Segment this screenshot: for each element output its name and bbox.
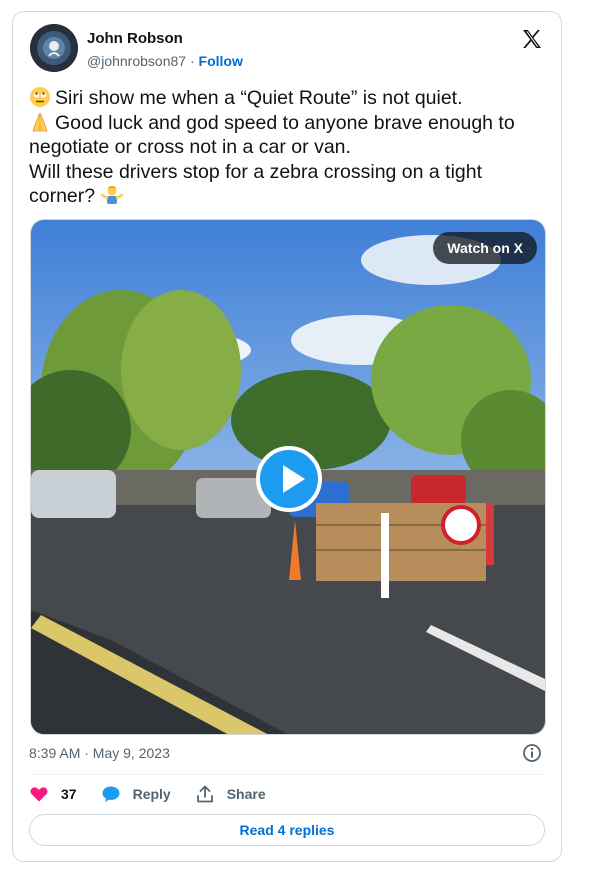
play-icon[interactable] bbox=[256, 446, 322, 512]
tweet-text: Siri show me when a “Quiet Route” is not… bbox=[29, 86, 549, 209]
speech-bubble-icon bbox=[102, 786, 120, 802]
video-player[interactable]: Watch on X bbox=[30, 219, 546, 735]
follow-button[interactable]: Follow bbox=[199, 53, 243, 69]
avatar-image bbox=[30, 24, 78, 72]
author-handle[interactable]: @johnrobson87 bbox=[87, 53, 186, 69]
watch-on-x-button[interactable]: Watch on X bbox=[433, 232, 537, 264]
action-bar: 37 Reply Share bbox=[29, 783, 290, 805]
heart-icon bbox=[30, 787, 48, 802]
read-replies-button[interactable]: Read 4 replies bbox=[29, 814, 545, 846]
person-shrugging-emoji bbox=[100, 185, 123, 204]
avatar[interactable] bbox=[30, 24, 78, 72]
tweet-card: John Robson @johnrobson87 · Follow Siri … bbox=[12, 11, 562, 862]
tweet-line-2: Good luck and god speed to anyone brave … bbox=[29, 111, 515, 159]
author-handle-row: @johnrobson87 · Follow bbox=[87, 53, 243, 69]
share-label: Share bbox=[226, 786, 266, 802]
author-name[interactable]: John Robson bbox=[87, 30, 183, 47]
x-logo-icon[interactable] bbox=[520, 27, 544, 51]
tweet-line-1: Siri show me when a “Quiet Route” is not… bbox=[55, 87, 463, 109]
tweet-timestamp[interactable]: 8:39 AM · May 9, 2023 bbox=[29, 745, 170, 761]
share-upload-icon bbox=[196, 785, 213, 803]
like-count: 37 bbox=[61, 786, 77, 802]
face-with-rolling-eyes-emoji bbox=[30, 87, 50, 107]
tweet-line-3: Will these drivers stop for a zebra cros… bbox=[29, 160, 483, 208]
info-icon[interactable] bbox=[522, 743, 542, 763]
divider bbox=[29, 774, 545, 775]
reply-button[interactable]: Reply bbox=[101, 784, 171, 804]
folded-hands-emoji bbox=[32, 112, 48, 131]
share-button[interactable]: Share bbox=[195, 784, 266, 804]
like-button[interactable]: 37 bbox=[29, 784, 77, 804]
handle-separator: · bbox=[189, 53, 195, 69]
reply-label: Reply bbox=[132, 786, 171, 802]
